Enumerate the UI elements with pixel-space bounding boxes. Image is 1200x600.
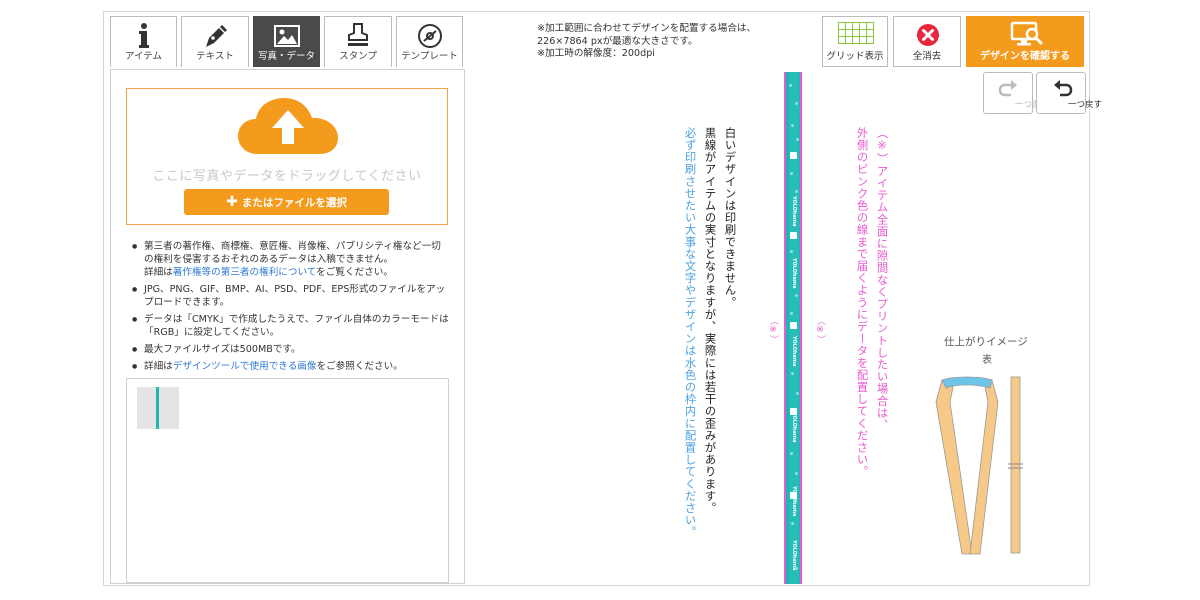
- undo-button[interactable]: 一つ戻す: [1036, 72, 1102, 114]
- tab-label: テキスト: [196, 51, 234, 62]
- undo-label: 一つ戻す: [1067, 100, 1102, 110]
- strip-logo-text: YOLOhama: [791, 196, 797, 227]
- note-white-not-printable: 白いデザインは印刷できません。: [723, 127, 737, 309]
- strip-logo-text: YOLOhama: [791, 258, 797, 289]
- note-item: 詳細はデザインツールで使用できる画像をご参照ください。: [130, 360, 450, 373]
- tab-photo-data[interactable]: 写真・データ: [253, 16, 320, 67]
- select-file-label: またはファイルを選択: [241, 197, 347, 209]
- tab-text[interactable]: テキスト: [181, 16, 249, 67]
- bleed-marker-left: （※）: [768, 316, 778, 344]
- note-bleed-2: 外側のピンク色の線まで届くようにデータを配置してください。: [855, 127, 869, 478]
- upload-notes: 第三者の著作権、商標権、意匠権、肖像権、パブリシティ権など一切の権利を侵害するお…: [130, 240, 450, 377]
- tab-label: スタンプ: [339, 51, 377, 62]
- tab-template[interactable]: テンプレート: [396, 16, 463, 67]
- close-circle-icon: [916, 23, 940, 51]
- preview-side-label: 表: [982, 355, 992, 366]
- pen-icon: [182, 21, 248, 51]
- grid-label: グリッド表示: [826, 51, 884, 62]
- tab-label: アイテム: [124, 51, 163, 62]
- cloud-upload-icon: [236, 96, 340, 162]
- confirm-design-label: デザインを確認する: [980, 51, 1070, 62]
- lanyard-preview-image: [928, 372, 1038, 560]
- clear-all-label: 全消去: [912, 51, 942, 62]
- copyright-link[interactable]: 著作権等の第三者の権利について: [173, 267, 316, 278]
- tab-label: 写真・データ: [257, 51, 315, 62]
- note-black-line-actual-size: 黒線がアイテムの実寸となりますが、実際には若干の歪みがあります。: [703, 127, 717, 515]
- image-icon: [254, 21, 319, 51]
- strip-logo-text: YOLOhama: [791, 540, 797, 571]
- processing-info: ※加工範囲に合わせてデザインを配置する場合は、 226×7864 pxが最適な大…: [537, 23, 757, 59]
- bleed-marker-right: （※）: [815, 316, 825, 344]
- redo-button[interactable]: 一つ進む: [983, 72, 1049, 114]
- clear-all-button[interactable]: 全消去: [893, 16, 961, 67]
- usable-images-link[interactable]: デザインツールで使用できる画像: [173, 361, 317, 372]
- note-bleed-1: （※）アイテム全面に隙間なくプリントしたい場合は、: [875, 127, 889, 432]
- note-item: 第三者の著作権、商標権、意匠権、肖像権、パブリシティ権など一切の権利を侵害するお…: [130, 240, 450, 279]
- grid-icon: [838, 22, 874, 48]
- tab-stamp[interactable]: スタンプ: [324, 16, 392, 67]
- strip-logo-text: YOLOhama: [791, 412, 797, 443]
- template-icon: [397, 21, 462, 51]
- drop-instruction: ここに写真やデータをドラッグしてください: [152, 169, 422, 184]
- tab-item[interactable]: アイテム: [110, 16, 177, 67]
- grid-toggle-button[interactable]: グリッド表示: [822, 16, 888, 67]
- uploaded-image-list: [126, 378, 449, 583]
- tab-label: テンプレート: [401, 51, 458, 62]
- upload-dropzone[interactable]: ここに写真やデータをドラッグしてください ✚ またはファイルを選択: [126, 88, 448, 225]
- stamp-icon: [325, 21, 391, 51]
- note-item: 最大ファイルサイズは500MBです。: [130, 343, 450, 356]
- note-safe-area: 必ず印刷させたい大事な文字やデザインは水色の枠内に配置してください。: [683, 127, 697, 539]
- note-item: JPG、PNG、GIF、BMP、AI、PSD、PDF、EPS形式のファイルをアッ…: [130, 283, 450, 309]
- note-item: データは「CMYK」で作成したうえで、ファイル自体のカラーモードは「RGB」に設…: [130, 313, 450, 339]
- strip-logo-text: YOLOhama: [791, 336, 797, 367]
- preview-title: 仕上がりイメージ: [944, 336, 1028, 348]
- uploaded-image-thumbnail[interactable]: [137, 387, 179, 429]
- plus-icon: ✚: [226, 194, 238, 210]
- select-file-button[interactable]: ✚ またはファイルを選択: [184, 189, 389, 215]
- confirm-design-button[interactable]: デザインを確認する: [966, 16, 1084, 67]
- info-icon: [111, 21, 176, 51]
- design-canvas-strip[interactable]: YOLOhama YOLOhama YOLOhama YOLOhama YOLO…: [784, 72, 802, 584]
